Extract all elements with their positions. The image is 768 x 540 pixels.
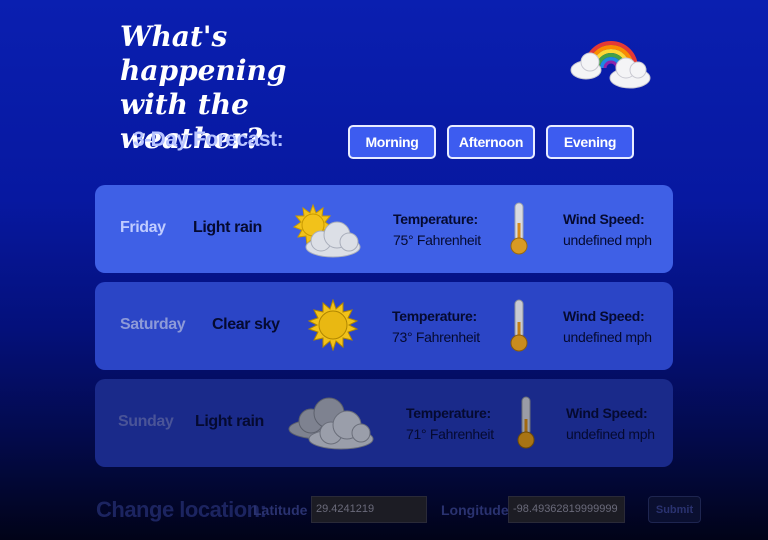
- latitude-input[interactable]: 29.4241219: [311, 496, 427, 523]
- wind-value: undefined mph: [566, 426, 655, 442]
- temperature-block: Temperature: 75° Fahrenheit: [393, 209, 481, 251]
- wind-label: Wind Speed:: [563, 308, 645, 324]
- wind-value: undefined mph: [563, 232, 652, 248]
- sun-icon: [307, 299, 359, 351]
- rainbow-cloud-icon: [570, 41, 651, 89]
- wind-label: Wind Speed:: [563, 211, 645, 227]
- tab-morning[interactable]: Morning: [348, 125, 436, 159]
- temperature-block: Temperature: 71° Fahrenheit: [406, 403, 494, 445]
- day-label: Friday: [120, 219, 166, 236]
- cloud-icon: [288, 397, 374, 450]
- latitude-label: Latitude: [253, 502, 308, 518]
- wind-block: Wind Speed: undefined mph: [563, 209, 652, 251]
- temperature-value: 73° Fahrenheit: [392, 329, 480, 345]
- temperature-label: Temperature:: [392, 308, 477, 324]
- wind-label: Wind Speed:: [566, 405, 648, 421]
- forecast-card-friday: Friday Light rain Temperature: 75° Fahre…: [95, 185, 673, 273]
- temperature-block: Temperature: 73° Fahrenheit: [392, 306, 480, 348]
- longitude-label: Longitude: [441, 502, 509, 518]
- condition-label: Clear sky: [212, 316, 280, 333]
- day-label: Saturday: [120, 316, 186, 333]
- forecast-card-saturday: Saturday Clear sky Temperature: 73° Fahr…: [95, 282, 673, 370]
- forecast-card-sunday: Sunday Light rain Temperature: 71° Fahre…: [95, 379, 673, 467]
- tab-evening[interactable]: Evening: [546, 125, 634, 159]
- longitude-input[interactable]: -98.49362819999999: [508, 496, 625, 523]
- temperature-value: 71° Fahrenheit: [406, 426, 494, 442]
- thermometer-icon: [510, 202, 528, 255]
- thermometer-icon: [517, 396, 535, 449]
- temperature-label: Temperature:: [406, 405, 491, 421]
- condition-label: Light rain: [195, 413, 264, 430]
- change-location-label: Change location:: [96, 497, 267, 522]
- temperature-value: 75° Fahrenheit: [393, 232, 481, 248]
- submit-button[interactable]: Submit: [648, 496, 701, 523]
- forecast-label: 3-Day Forecast:: [133, 128, 284, 151]
- title-line-1: What's happening: [120, 20, 287, 87]
- tab-afternoon[interactable]: Afternoon: [447, 125, 535, 159]
- day-label: Sunday: [118, 413, 174, 430]
- temperature-label: Temperature:: [393, 211, 478, 227]
- thermometer-icon: [510, 299, 528, 352]
- sun-cloud-icon: [292, 203, 361, 258]
- wind-value: undefined mph: [563, 329, 652, 345]
- wind-block: Wind Speed: undefined mph: [566, 403, 655, 445]
- condition-label: Light rain: [193, 219, 262, 236]
- wind-block: Wind Speed: undefined mph: [563, 306, 652, 348]
